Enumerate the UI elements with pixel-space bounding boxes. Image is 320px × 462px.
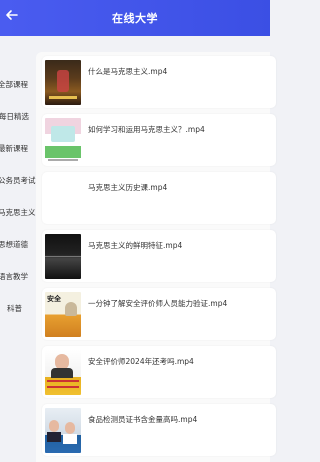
video-card[interactable]: 食品检测员证书含金量高吗.mp4: [42, 404, 276, 456]
video-card[interactable]: 安全评价师2024年还考吗.mp4: [42, 346, 276, 398]
blank-thumbnail: [45, 176, 81, 221]
green-slide-thumbnail: [45, 118, 81, 163]
thumbnail-caption: 安全: [47, 295, 61, 303]
safety-poster-thumbnail: 安全: [45, 292, 81, 337]
video-title: 一分钟了解安全评价师人员能力验证.mp4: [88, 299, 228, 308]
sidebar-item-latest[interactable]: 最新课程: [0, 132, 38, 164]
sidebar-item-daily-picks[interactable]: 每日精选: [0, 100, 39, 132]
video-title: 马克思主义历史课.mp4: [88, 183, 168, 192]
video-title: 如何学习和运用马克思主义？.mp4: [88, 125, 205, 134]
sidebar-item-marxism[interactable]: 马克思主义: [0, 196, 38, 228]
dark-screen-thumbnail: [45, 234, 81, 279]
sidebar-item-language[interactable]: 语言教学: [0, 260, 38, 292]
video-title: 食品检测员证书含金量高吗.mp4: [88, 415, 198, 424]
page-title: 在线大学: [112, 12, 158, 25]
video-list: 什么是马克思主义.mp4 如何学习和运用马克思主义？.mp4 马克思主义历史课.…: [36, 52, 276, 462]
video-card[interactable]: 马克思主义历史课.mp4: [42, 172, 276, 224]
sidebar-item-ethics[interactable]: 思想道德: [0, 228, 38, 260]
sidebar-item-civil-service[interactable]: 公务员考试: [0, 164, 38, 196]
back-arrow-icon[interactable]: [3, 6, 21, 24]
office-scene-thumbnail: [45, 408, 81, 453]
video-title: 什么是马克思主义.mp4: [88, 67, 168, 76]
app-header: 在线大学: [0, 0, 270, 36]
video-title: 安全评价师2024年还考吗.mp4: [88, 357, 194, 366]
video-card[interactable]: 安全 一分钟了解安全评价师人员能力验证.mp4: [42, 288, 276, 340]
category-sidebar: 全部课程 每日精选 最新课程 公务员考试 马克思主义 思想道德 语言教学 科普: [0, 52, 36, 462]
sidebar-item-all-courses[interactable]: 全部课程: [0, 68, 38, 100]
presenter-thumbnail: [45, 350, 81, 395]
lecture-stage-thumbnail: [45, 60, 81, 105]
video-card[interactable]: 什么是马克思主义.mp4: [42, 56, 276, 108]
video-title: 马克思主义的鲜明特征.mp4: [88, 241, 183, 250]
video-card[interactable]: 如何学习和运用马克思主义？.mp4: [42, 114, 276, 166]
video-card[interactable]: 马克思主义的鲜明特征.mp4: [42, 230, 276, 282]
